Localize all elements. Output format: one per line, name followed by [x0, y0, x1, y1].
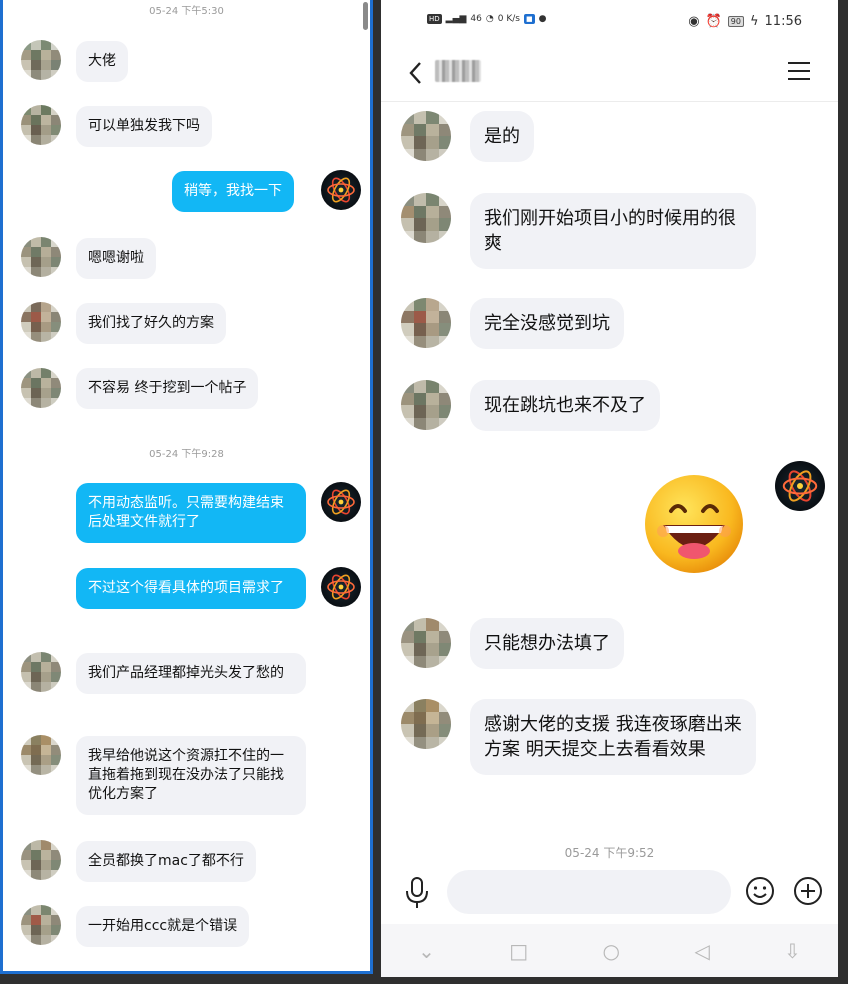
app-notification-icon: ■ [523, 14, 535, 24]
chevron-left-icon[interactable] [407, 60, 423, 92]
grinning-face-emoji [643, 473, 745, 575]
contact-avatar[interactable] [401, 380, 451, 430]
network-speed: 0 K/s [497, 14, 520, 24]
contact-avatar[interactable] [401, 193, 451, 243]
message-bubble: 不容易 终于挖到一个帖子 [76, 368, 259, 409]
contact-avatar[interactable] [21, 652, 61, 692]
screenshot-root: 05-24 下午5:30 大佬 可以单独发我下吗 稍等，我找一下 嗯嗯谢啦 我们… [0, 0, 848, 984]
contact-avatar[interactable] [401, 298, 451, 348]
signal-icon: ▂▄▆ [445, 14, 467, 24]
timestamp: 05-24 下午5:30 [149, 6, 224, 17]
contact-avatar[interactable] [21, 840, 61, 880]
own-avatar[interactable] [321, 170, 361, 210]
message-bubble: 大佬 [76, 41, 128, 82]
message-bubble: 感谢大佬的支援 我连夜琢磨出来方案 明天提交上去看看效果 [470, 699, 756, 775]
message-bubble: 嗯嗯谢啦 [76, 238, 156, 279]
message-bubble: 我早给他说这个资源扛不住的一直拖着拖到现在没办法了只能找优化方案了 [76, 736, 306, 815]
message-bubble: 完全没感觉到坑 [470, 298, 624, 349]
own-message-bubble: 不过这个得看具体的项目需求了 [76, 568, 306, 609]
contact-avatar[interactable] [21, 735, 61, 775]
message-bubble: 我们刚开始项目小的时候用的很爽 [470, 193, 756, 269]
own-avatar[interactable] [775, 461, 825, 511]
wifi-icon: ◔ [485, 14, 494, 24]
emoji-icon[interactable] [745, 876, 775, 906]
network-type: 46 [470, 14, 482, 24]
contact-avatar[interactable] [401, 618, 451, 668]
contact-avatar[interactable] [21, 905, 61, 945]
contact-avatar[interactable] [21, 40, 61, 80]
message-bubble: 我们找了好久的方案 [76, 303, 226, 344]
left-chat-panel: 05-24 下午5:30 大佬 可以单独发我下吗 稍等，我找一下 嗯嗯谢啦 我们… [0, 0, 373, 974]
contact-name-blurred [435, 60, 481, 82]
contact-avatar[interactable] [401, 699, 451, 749]
back-triangle-icon[interactable]: ◁ [694, 939, 709, 963]
status-right: ◉ ⏰ 90 ϟ 11:56 [688, 14, 802, 29]
status-left: HD ▂▄▆ 46 ◔ 0 K/s ■ ● [427, 14, 546, 24]
input-bar [381, 862, 838, 924]
message-bubble: 全员都换了mac了都不行 [76, 841, 256, 882]
message-bubble: 是的 [470, 111, 534, 162]
hamburger-menu-icon[interactable] [788, 62, 810, 80]
plus-icon[interactable] [793, 876, 823, 906]
notification-pulldown-icon[interactable]: ⇩ [784, 939, 801, 963]
system-navigation-bar: ⌄ □ ○ ◁ ⇩ [381, 924, 838, 977]
own-avatar[interactable] [321, 482, 361, 522]
timestamp: 05-24 下午9:52 [564, 846, 655, 860]
clock: 11:56 [764, 14, 802, 29]
eye-icon: ◉ [688, 14, 700, 29]
own-avatar[interactable] [321, 567, 361, 607]
message-bubble: 现在跳坑也来不及了 [470, 380, 660, 431]
timestamp: 05-24 下午9:28 [149, 449, 224, 460]
right-chat-panel: HD ▂▄▆ 46 ◔ 0 K/s ■ ● ◉ ⏰ 90 ϟ 11:56 是的 … [381, 0, 838, 977]
square-icon[interactable]: □ [509, 939, 528, 963]
message-bubble: 只能想办法填了 [470, 618, 624, 669]
message-bubble: 可以单独发我下吗 [76, 106, 212, 147]
alarm-icon: ⏰ [705, 14, 722, 29]
message-input[interactable] [447, 870, 731, 914]
status-bar: HD ▂▄▆ 46 ◔ 0 K/s ■ ● ◉ ⏰ 90 ϟ 11:56 [381, 0, 838, 46]
message-bubble: 我们产品经理都掉光头发了愁的 [76, 653, 306, 694]
chevron-down-icon[interactable]: ⌄ [418, 939, 435, 963]
contact-avatar[interactable] [21, 368, 61, 408]
contact-avatar[interactable] [21, 105, 61, 145]
message-bubble: 一开始用ccc就是个错误 [76, 906, 250, 947]
contact-avatar[interactable] [401, 111, 451, 161]
circle-icon[interactable]: ○ [603, 939, 620, 963]
battery-indicator: 90 [727, 16, 744, 27]
contact-avatar[interactable] [21, 237, 61, 277]
microphone-icon[interactable] [403, 876, 431, 910]
charging-icon: ϟ [749, 14, 759, 29]
chat-header [381, 46, 838, 102]
message-notification-icon: ● [538, 14, 547, 24]
own-message-bubble: 不用动态监听。只需要构建结束后处理文件就行了 [76, 483, 306, 543]
contact-avatar[interactable] [21, 302, 61, 342]
own-message-bubble: 稍等，我找一下 [172, 171, 294, 212]
hd-indicator: HD [427, 14, 442, 24]
